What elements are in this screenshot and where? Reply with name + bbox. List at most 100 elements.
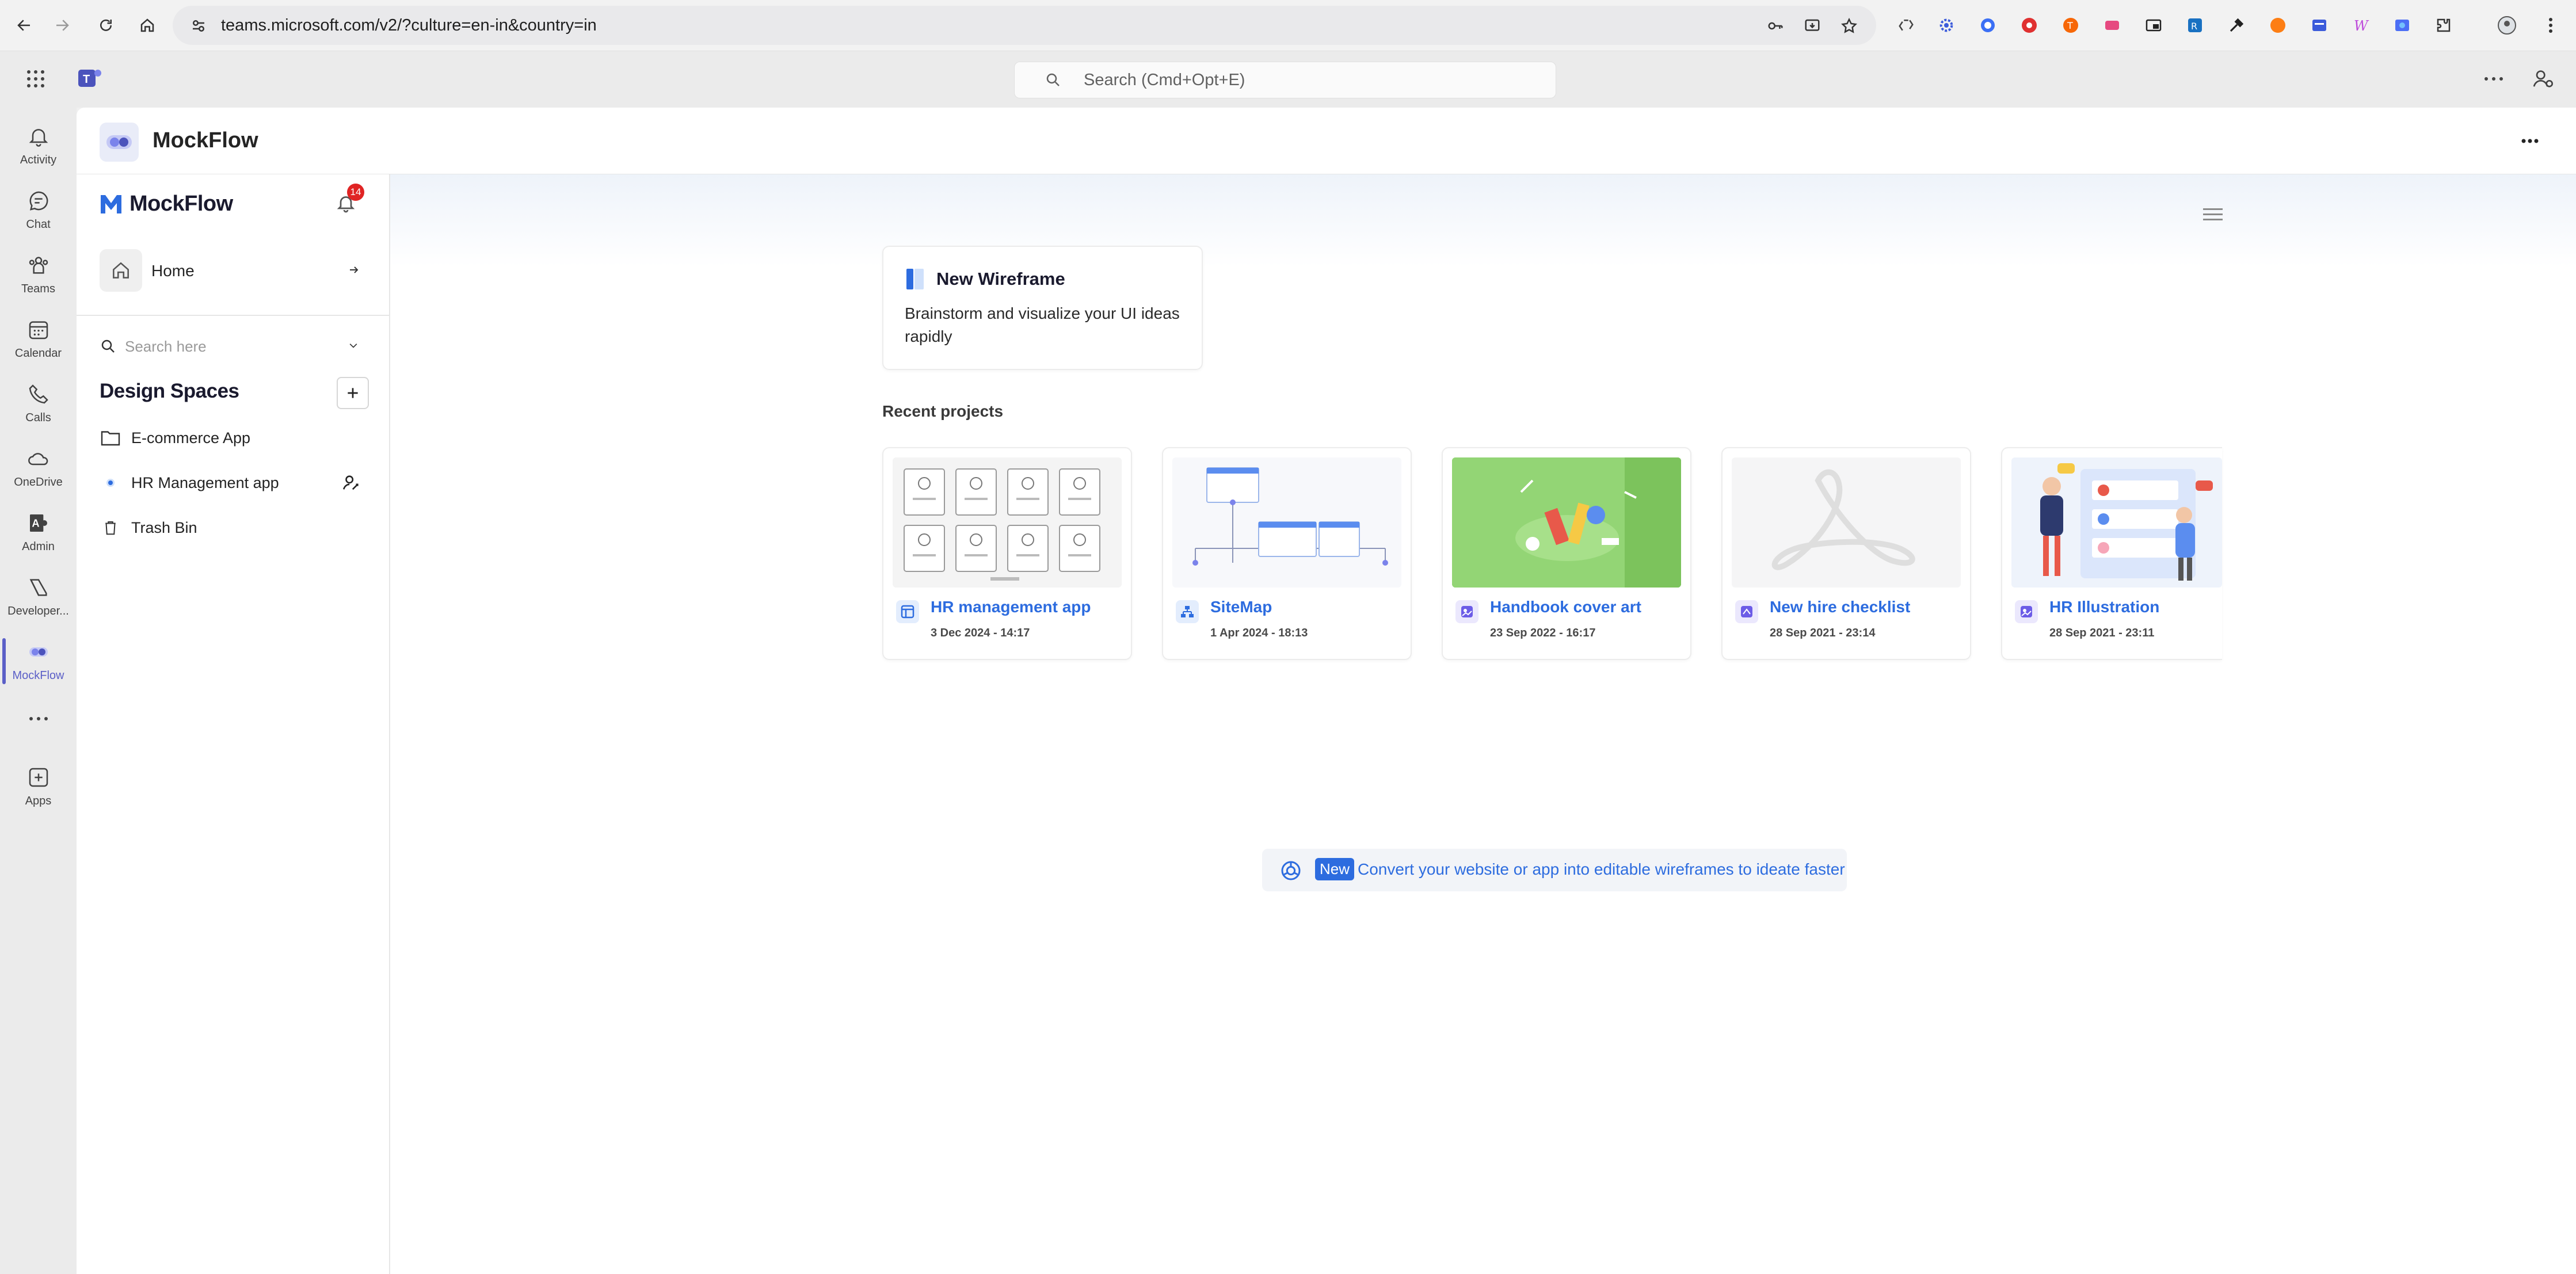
extension-blue-dot-icon[interactable]	[1975, 13, 2000, 38]
app-more-icon[interactable]	[2521, 139, 2539, 143]
rail-item-apps[interactable]: Apps	[0, 758, 77, 815]
dot-icon	[100, 472, 121, 494]
project-date: 23 Sep 2022 - 16:17	[1490, 627, 1596, 639]
chat-icon	[25, 187, 52, 215]
extension-eyedropper-icon[interactable]	[2224, 13, 2249, 38]
extension-gear-icon[interactable]	[1934, 13, 1959, 38]
more-options-icon[interactable]	[2484, 77, 2503, 81]
rail-item-label: OneDrive	[14, 476, 63, 489]
project-name[interactable]: SiteMap	[1210, 598, 1272, 616]
url-text[interactable]: teams.microsoft.com/v2/?culture=en-in&co…	[221, 16, 597, 35]
home-icon	[100, 249, 142, 292]
rail-item-label: Developer...	[7, 605, 69, 617]
project-thumbnail	[1732, 457, 1961, 588]
account-icon[interactable]	[2531, 67, 2554, 90]
design-space-ecommerce[interactable]: E-commerce App	[100, 419, 370, 456]
rail-item-admin[interactable]: A Admin	[0, 504, 77, 561]
teams-search-input[interactable]: Search (Cmd+Opt+E)	[1014, 62, 1556, 98]
illustration-project-icon	[2015, 600, 2038, 623]
rail-item-teams[interactable]: Teams	[0, 246, 77, 303]
extension-pink-icon[interactable]	[2099, 13, 2125, 38]
forward-button[interactable]	[45, 8, 79, 43]
rail-item-chat[interactable]: Chat	[0, 181, 77, 239]
browser-toolbar: teams.microsoft.com/v2/?culture=en-in&co…	[0, 0, 2576, 51]
menu-icon[interactable]	[2203, 206, 2228, 229]
project-thumbnail	[2011, 457, 2222, 588]
banner-link[interactable]: Convert your website or app into editabl…	[1358, 860, 1845, 879]
rail-item-calendar[interactable]: Calendar	[0, 310, 77, 368]
rail-item-label: Apps	[25, 795, 52, 807]
new-wireframe-description: Brainstorm and visualize your UI ideas r…	[905, 304, 1180, 345]
project-date: 1 Apr 2024 - 18:13	[1210, 627, 1308, 639]
design-space-search-input[interactable]: Search here	[100, 330, 364, 364]
project-name[interactable]: New hire checklist	[1770, 598, 1910, 616]
reload-icon	[100, 19, 112, 31]
browser-menu-icon[interactable]	[2538, 13, 2563, 38]
reload-button[interactable]	[89, 8, 123, 43]
project-card[interactable]: Handbook cover art 23 Sep 2022 - 16:17	[1442, 447, 1691, 660]
project-thumbnail	[1172, 457, 1401, 588]
back-button[interactable]	[7, 8, 41, 43]
home-icon	[140, 18, 154, 32]
search-placeholder: Search here	[125, 338, 207, 355]
plus-icon	[348, 388, 358, 398]
search-icon	[101, 340, 115, 353]
project-card[interactable]: HR Illustration 28 Sep 2021 - 23:11	[2001, 447, 2222, 660]
sidebar-item-home[interactable]: Home	[100, 249, 364, 295]
new-wireframe-card[interactable]: New Wireframe Brainstorm and visualize y…	[882, 246, 1203, 370]
mockflow-app-icon	[100, 123, 139, 162]
design-space-trash-bin[interactable]: Trash Bin	[100, 509, 370, 546]
rail-item-label: Calendar	[14, 347, 62, 360]
design-space-hr-management[interactable]: HR Management app	[100, 464, 370, 501]
app-launcher-icon[interactable]	[25, 68, 46, 89]
rail-item-onedrive[interactable]: OneDrive	[0, 439, 77, 497]
profile-avatar-icon[interactable]	[2494, 13, 2520, 38]
extension-red-icon[interactable]	[2017, 13, 2042, 38]
main-content: New Wireframe Brainstorm and visualize y…	[390, 174, 2576, 1274]
extension-orange-icon[interactable]: T	[2058, 13, 2083, 38]
app-header: MockFlow	[77, 108, 2576, 174]
home-button[interactable]	[130, 8, 165, 43]
rail-item-calls[interactable]: Calls	[0, 375, 77, 432]
extension-pip-icon[interactable]	[2141, 13, 2166, 38]
extension-screen-icon[interactable]	[2390, 13, 2415, 38]
project-date: 28 Sep 2021 - 23:14	[1770, 627, 1876, 639]
svg-text:R: R	[2191, 21, 2197, 32]
new-badge: New	[1315, 858, 1355, 880]
extension-w-icon[interactable]: W	[2348, 13, 2373, 38]
extensions-puzzle-icon[interactable]	[2431, 13, 2456, 38]
project-card[interactable]: New hire checklist 28 Sep 2021 - 23:14	[1721, 447, 1971, 660]
rail-item-label: Chat	[26, 218, 51, 231]
home-label: Home	[151, 262, 195, 280]
more-apps-icon[interactable]	[29, 716, 48, 721]
project-card[interactable]: SiteMap 1 Apr 2024 - 18:13	[1162, 447, 1412, 660]
mockflow-logo-icon	[100, 193, 125, 216]
project-name[interactable]: HR Illustration	[2049, 598, 2159, 616]
project-name[interactable]: HR management app	[931, 598, 1091, 616]
project-name[interactable]: Handbook cover art	[1490, 598, 1641, 616]
convert-website-banner[interactable]: New Convert your website or app into edi…	[1262, 849, 1847, 891]
share-user-icon[interactable]	[341, 473, 361, 493]
rail-item-label: MockFlow	[12, 669, 64, 682]
extension-reader-icon[interactable]: R	[2182, 13, 2208, 38]
address-bar[interactable]: teams.microsoft.com/v2/?culture=en-in&co…	[173, 6, 1876, 45]
project-thumbnail	[893, 457, 1122, 588]
extension-orange-circle-icon[interactable]	[2265, 13, 2291, 38]
rail-item-activity[interactable]: Activity	[0, 117, 77, 174]
teams-icon	[25, 251, 52, 279]
rail-item-label: Teams	[21, 283, 55, 295]
rail-item-developer[interactable]: Developer...	[0, 568, 77, 625]
add-design-space-button[interactable]	[337, 377, 369, 409]
convert-icon	[1279, 859, 1302, 882]
illustration-project-icon	[1455, 600, 1478, 623]
project-card[interactable]: HR management app 3 Dec 2024 - 14:17	[882, 447, 1132, 660]
document-project-icon	[1735, 600, 1758, 623]
extension-card-icon[interactable]	[2307, 13, 2332, 38]
project-date: 28 Sep 2021 - 23:11	[2049, 627, 2155, 639]
rail-item-mockflow[interactable]: MockFlow	[0, 632, 77, 690]
arrow-left-icon	[17, 20, 30, 31]
svg-text:A: A	[32, 517, 39, 529]
admin-icon: A	[25, 509, 52, 537]
wireframe-icon	[905, 268, 926, 291]
extension-recycle-icon[interactable]	[1893, 13, 1919, 38]
